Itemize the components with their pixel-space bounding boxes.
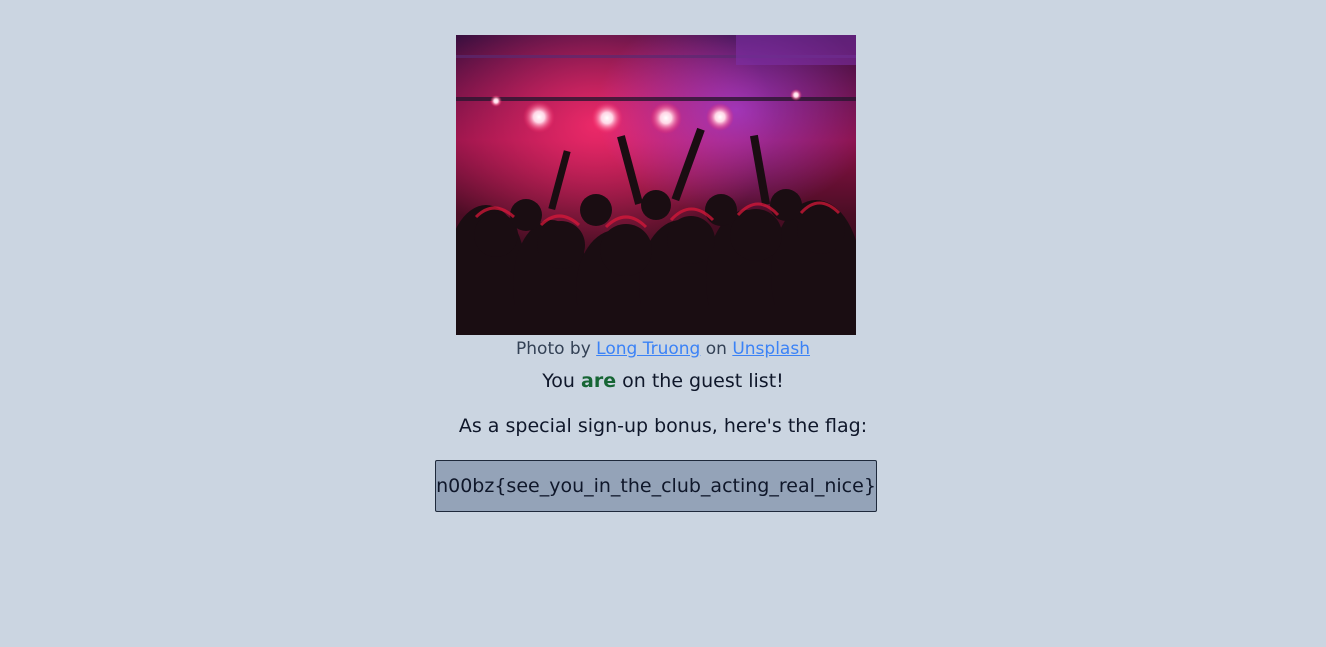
- guest-text-before: You: [542, 370, 582, 392]
- author-link[interactable]: Long Truong: [596, 339, 700, 359]
- page: Photo by Long Truong on Unsplash You are…: [0, 0, 1326, 647]
- flag-box: n00bz{see_you_in_the_club_acting_real_ni…: [435, 460, 877, 512]
- concert-photo: [456, 35, 856, 335]
- photo-credit: Photo by Long Truong on Unsplash: [0, 338, 1326, 360]
- flag-value: n00bz{see_you_in_the_club_acting_real_ni…: [436, 475, 876, 497]
- credit-middle: on: [700, 339, 733, 359]
- guest-text-after: on the guest list!: [616, 370, 784, 392]
- credit-prefix: Photo by: [516, 339, 597, 359]
- guest-list-status: You are on the guest list!: [0, 369, 1326, 393]
- bonus-message: As a special sign-up bonus, here's the f…: [458, 415, 868, 437]
- guest-emphasis: are: [581, 370, 617, 392]
- unsplash-link[interactable]: Unsplash: [732, 339, 810, 359]
